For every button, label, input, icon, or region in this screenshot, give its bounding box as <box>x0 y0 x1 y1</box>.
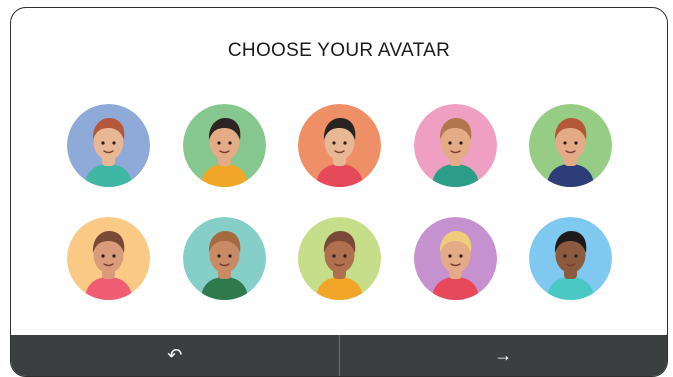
avatar-10[interactable] <box>529 217 612 300</box>
avatar-1[interactable] <box>67 104 150 187</box>
avatar-illustration-icon <box>183 217 266 300</box>
avatar-6[interactable] <box>67 217 150 300</box>
avatar-illustration-icon <box>67 104 150 187</box>
avatar-illustration-icon <box>183 104 266 187</box>
avatar-illustration-icon <box>298 104 381 187</box>
arrow-right-icon: → <box>494 345 513 365</box>
next-button[interactable]: → <box>340 335 668 376</box>
back-button[interactable]: ↶ <box>11 335 339 376</box>
avatar-5[interactable] <box>529 104 612 187</box>
avatar-3[interactable] <box>298 104 381 187</box>
avatar-9[interactable] <box>414 217 497 300</box>
bottom-action-bar: ↶ → <box>11 335 667 376</box>
avatar-8[interactable] <box>298 217 381 300</box>
page-title: CHOOSE YOUR AVATAR <box>227 40 451 61</box>
avatar-2[interactable] <box>183 104 266 187</box>
avatar-illustration-icon <box>529 217 612 300</box>
avatar-4[interactable] <box>414 104 497 187</box>
avatar-illustration-icon <box>529 104 612 187</box>
avatar-illustration-icon <box>67 217 150 300</box>
avatar-illustration-icon <box>414 217 497 300</box>
avatar-illustration-icon <box>298 217 381 300</box>
avatar-dialog: CHOOSE YOUR AVATAR ↶ → <box>10 7 668 377</box>
avatar-7[interactable] <box>183 217 266 300</box>
avatar-illustration-icon <box>414 104 497 187</box>
undo-icon: ↶ <box>167 345 183 365</box>
